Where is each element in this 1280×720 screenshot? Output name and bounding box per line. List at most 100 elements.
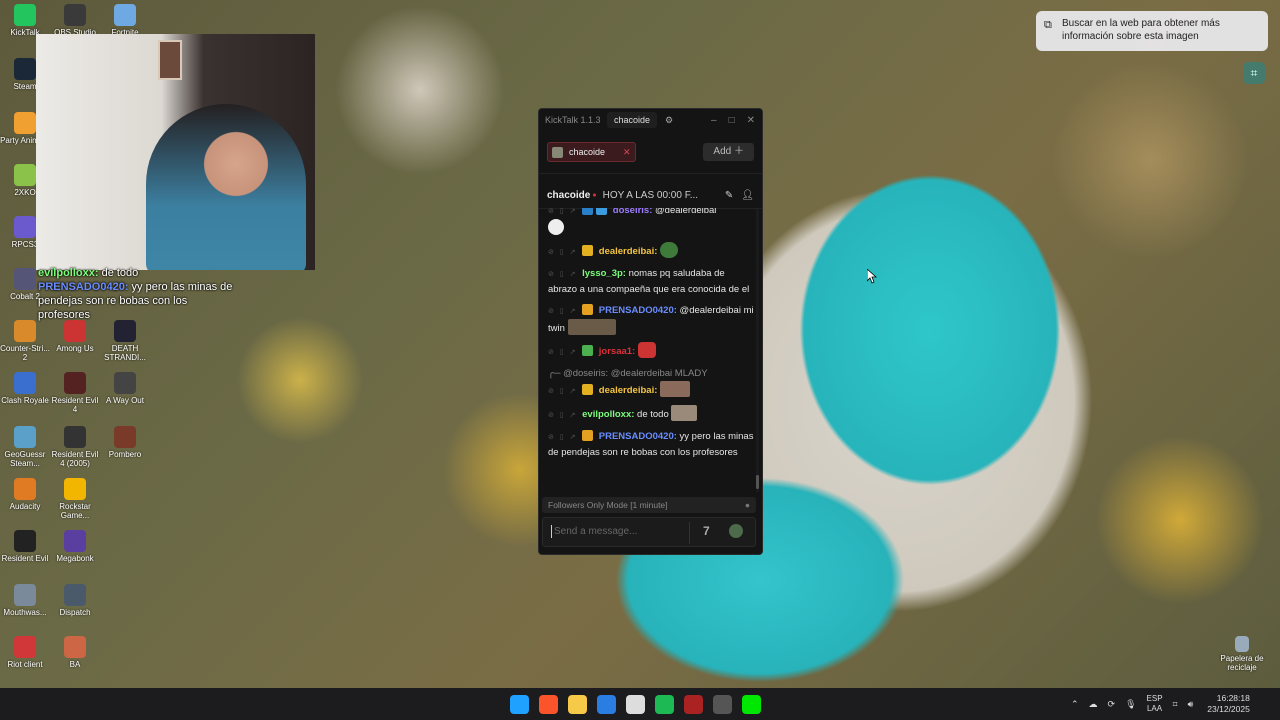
chat-username[interactable]: jorsaa1: — [599, 346, 635, 357]
desktop-icon-label: Counter-Stri... 2 — [0, 344, 50, 362]
chat-username[interactable]: dealerdeibai: — [599, 385, 658, 396]
tab-chacoide[interactable]: chacoide ✕ — [547, 142, 636, 162]
chat-username[interactable]: evilpolloxx: — [582, 409, 634, 420]
recycle-bin-icon[interactable]: Papelera de reciclaje — [1214, 636, 1270, 672]
chat-username[interactable]: doseiris: — [613, 208, 653, 216]
kick-icon[interactable] — [742, 694, 761, 714]
badge-icon — [582, 304, 594, 315]
app-icon — [114, 426, 136, 448]
user-icon[interactable]: 👤︎ — [741, 190, 754, 201]
steam-icon[interactable] — [626, 694, 645, 714]
desktop-icon[interactable]: Mouthwas... — [0, 584, 50, 617]
desktop-icon[interactable]: Clash Royale — [0, 372, 50, 405]
volume-icon[interactable]: 🔊︎ — [1188, 699, 1194, 710]
mod-actions-icon[interactable]: ⊘ ▯ ↗ — [548, 308, 577, 315]
desktop-icon[interactable]: BA — [50, 636, 100, 669]
lens-popup-text: Buscar en la web para obtener más inform… — [1062, 18, 1220, 42]
desktop-icon-label: Dispatch — [59, 608, 91, 617]
scrollbar-thumb[interactable] — [756, 475, 759, 489]
visual-search-button[interactable]: ⌗ — [1243, 62, 1265, 84]
channel-header: chacoide ● HOY A LAS 00:00 F... ✎ 👤︎ — [539, 182, 762, 209]
desktop-icon[interactable]: Resident Evil 4 (2005) — [50, 426, 100, 468]
mod-actions-icon[interactable]: ⊘ ▯ ↗ — [548, 349, 577, 356]
live-dot-icon: ● — [592, 191, 597, 199]
media-icon[interactable] — [684, 694, 703, 714]
brave-icon[interactable] — [539, 694, 558, 714]
active-user-button[interactable]: chacoide — [607, 112, 658, 128]
message-input[interactable] — [551, 525, 684, 538]
desktop-icon[interactable]: DEATH STRANDI... — [100, 320, 150, 362]
mod-actions-icon[interactable]: ⊘ ▯ ↗ — [548, 208, 577, 215]
network-icon[interactable]: ⌗ — [1173, 699, 1178, 710]
clock[interactable]: 16:28:18 23/12/2025 — [1207, 693, 1250, 715]
desktop-icon[interactable]: OBS Studio — [50, 4, 100, 37]
chat-username[interactable]: PRENSADO0420: — [599, 305, 677, 316]
desktop-icon[interactable]: KickTalk — [0, 4, 50, 37]
emote-picker-icon[interactable] — [729, 524, 743, 538]
desktop-icon[interactable]: A Way Out — [100, 372, 150, 405]
spotify-icon[interactable] — [655, 694, 674, 714]
chat-message: ⊘ ▯ ↗ dealerdeibai: — [548, 242, 755, 260]
desktop-icon[interactable]: GeoGuessr Steam... — [0, 426, 50, 468]
bing-icon[interactable] — [597, 694, 616, 714]
overlay-username: PRENSADO0420: — [38, 281, 129, 293]
windows-start-icon[interactable] — [510, 694, 529, 714]
chat-username[interactable]: lysso_3p: — [582, 268, 626, 279]
microphone-icon[interactable]: 🎙︎ — [1125, 699, 1136, 710]
badge-icon — [582, 430, 594, 441]
chat-username[interactable]: dealerdeibai: — [599, 246, 658, 257]
lens-search-popup[interactable]: ⧉ Buscar en la web para obtener más info… — [1036, 11, 1268, 51]
mod-actions-icon[interactable]: ⊘ ▯ ↗ — [548, 388, 577, 395]
chat-text: nomas pq saludaba de abrazo a una compae… — [548, 268, 750, 295]
mouse-cursor-icon — [866, 268, 878, 289]
obs-icon[interactable] — [713, 694, 732, 714]
desktop-icon[interactable]: Fortnite — [100, 4, 150, 37]
desktop-icon[interactable]: Among Us — [50, 320, 100, 353]
7tv-emote-icon[interactable]: 7 — [703, 524, 710, 538]
close-tab-icon[interactable]: ✕ — [623, 147, 631, 158]
pin-icon[interactable]: ✎ — [725, 190, 733, 201]
language-indicator[interactable]: ESP LAA — [1147, 694, 1163, 714]
mod-actions-icon[interactable]: ⊘ ▯ ↗ — [548, 271, 577, 278]
desktop-icon-label: Pombero — [108, 450, 142, 459]
info-icon[interactable]: ● — [745, 497, 750, 513]
app-icon — [64, 372, 86, 394]
chat-text: de todo — [634, 409, 669, 420]
reply-preview: ╭─ @doseiris: @dealerdeibai MLADY — [548, 368, 708, 379]
app-icon — [14, 426, 36, 448]
app-icon — [14, 636, 36, 658]
desktop-icon[interactable]: Megabonk — [50, 530, 100, 563]
desktop-icon-label: Megabonk — [56, 554, 94, 563]
gear-icon[interactable]: ⚙ — [665, 115, 673, 126]
desktop-icon[interactable]: Resident Evil — [0, 530, 50, 563]
emote-icon — [567, 319, 616, 335]
desktop-icon[interactable]: Rockstar Game... — [50, 478, 100, 520]
close-icon[interactable]: ✕ — [747, 115, 755, 126]
mod-actions-icon[interactable]: ⊘ ▯ ↗ — [548, 412, 577, 419]
sync-icon[interactable]: ⟳ — [1108, 699, 1116, 710]
chevron-up-icon[interactable]: ⌃ — [1071, 699, 1079, 710]
desktop-icon-label: Resident Evil 4 — [51, 396, 99, 414]
app-icon — [64, 320, 86, 342]
overlay-line: PRENSADO0420: yy pero las minas de pende… — [38, 280, 238, 322]
desktop-icon[interactable]: Audacity — [0, 478, 50, 511]
chat-username[interactable]: PRENSADO0420: — [599, 431, 677, 442]
clock-time: 16:28:18 — [1216, 693, 1250, 703]
add-channel-button[interactable]: Add ＋ — [703, 143, 754, 161]
minimize-icon[interactable]: – — [711, 115, 717, 126]
overlay-line: evilpolloxx: de todo — [38, 266, 238, 280]
file-explorer-icon[interactable] — [568, 694, 587, 714]
chat-scrollbar[interactable] — [756, 209, 759, 492]
mod-actions-icon[interactable]: ⊘ ▯ ↗ — [548, 434, 577, 441]
desktop-icon[interactable]: Counter-Stri... 2 — [0, 320, 50, 362]
desktop-icon[interactable]: Riot client — [0, 636, 50, 669]
app-icon — [64, 478, 86, 500]
desktop-icon[interactable]: Dispatch — [50, 584, 100, 617]
mod-actions-icon[interactable]: ⊘ ▯ ↗ — [548, 249, 577, 256]
desktop-icon[interactable]: Resident Evil 4 — [50, 372, 100, 414]
taskbar: ⌃ ☁ ⟳ 🎙︎ ESP LAA ⌗ 🔊︎ 16:28:18 23/12/202… — [0, 688, 1280, 720]
onedrive-icon[interactable]: ☁ — [1089, 699, 1098, 710]
maximize-icon[interactable]: □ — [729, 115, 735, 126]
chat-message: ⊘ ▯ ↗ dealerdeibai: — [548, 381, 755, 399]
desktop-icon[interactable]: Pombero — [100, 426, 150, 459]
